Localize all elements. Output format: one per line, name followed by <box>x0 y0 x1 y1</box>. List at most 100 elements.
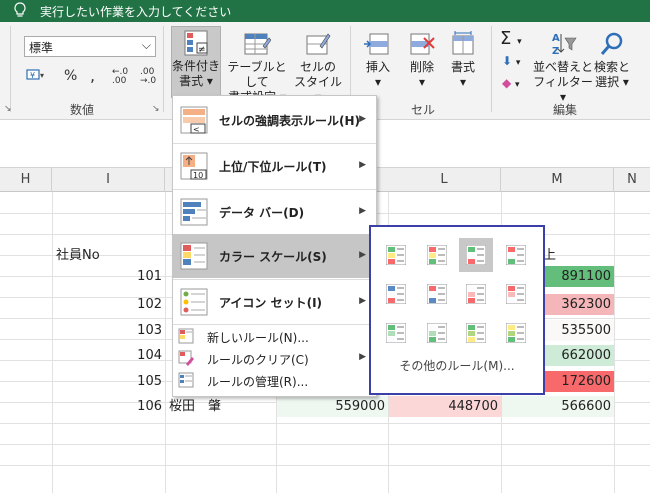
format-cells-icon <box>449 30 477 58</box>
table-cell-id[interactable]: 102 <box>53 294 165 315</box>
menu-item-label: セルの強調表示ルール(H) <box>219 114 361 128</box>
clear-icon[interactable]: ◆ ▾ <box>502 76 520 90</box>
color-scale-blue-white-red[interactable] <box>379 277 413 311</box>
menu-item-label: カラー スケール(S) <box>219 250 327 264</box>
color-scale-icon <box>386 323 406 343</box>
more-rules-link[interactable]: その他のルール(M)... <box>371 357 543 379</box>
find-label-2: 選択 ▾ <box>595 75 629 89</box>
menu-item-top-bottom-rules[interactable]: 10 上位/下位ルール(T) ▶ <box>173 144 376 188</box>
color-scale-icon <box>506 284 526 304</box>
fill-icon[interactable]: ⬇ ▾ <box>502 54 520 68</box>
format-as-table-button[interactable]: テーブルとして 書式設定 ▾ <box>222 26 292 104</box>
format-label: 書式 <box>450 60 475 74</box>
table-cell-name[interactable]: 桜田 肇 <box>166 396 276 417</box>
header-cell-sales[interactable]: 上 <box>540 245 610 266</box>
format-button[interactable]: 書式 ▾ <box>443 26 483 98</box>
chevron-right-icon: ▶ <box>359 206 366 216</box>
conditional-formatting-icon: ≠ <box>182 29 210 57</box>
color-scale-icon <box>466 323 486 343</box>
sort-label-1: 並べ替えと <box>533 60 594 74</box>
cell-styles-button[interactable]: セルの スタイル ▾ <box>293 26 343 104</box>
menu-item-data-bars[interactable]: データ バー(D) ▶ <box>173 190 376 234</box>
find-label-1: 検索と <box>593 60 630 74</box>
insert-cells-icon <box>364 30 392 58</box>
color-scale-green-white-red[interactable] <box>459 238 493 272</box>
percent-style-button[interactable]: % <box>64 68 77 84</box>
lightbulb-icon <box>14 2 26 17</box>
menu-item-label: ルールの管理(R)... <box>207 375 309 389</box>
icon-sets-icon <box>180 288 208 316</box>
insert-label: 挿入 <box>365 60 390 74</box>
tell-me-search[interactable]: 実行したい作業を入力してください <box>40 3 231 20</box>
table-cell-id[interactable]: 104 <box>53 345 165 366</box>
color-scale-yellow-green[interactable] <box>499 316 533 350</box>
svg-text:¥: ¥ <box>30 71 35 80</box>
cond-format-label-1: 条件付き <box>172 59 221 73</box>
insert-chevron-icon: ▾ <box>374 75 382 89</box>
table-cell-k[interactable]: 559000 <box>277 396 388 417</box>
header-cell-employee-no[interactable]: 社員No <box>53 245 165 266</box>
svg-text:A: A <box>552 33 560 44</box>
color-scale-white-green[interactable] <box>420 316 454 350</box>
increase-decimal-icon[interactable]: ←.0.00 <box>112 68 128 86</box>
color-scale-icon <box>506 245 526 265</box>
cell-styles-icon <box>304 30 332 58</box>
menu-item-color-scales[interactable]: カラー スケール(S) ▶ <box>173 234 376 278</box>
group-launcher-icon[interactable]: ↘ <box>4 104 12 114</box>
color-scale-green-yellow-red[interactable] <box>379 238 413 272</box>
color-scale-icon <box>466 245 486 265</box>
color-scale-icon <box>427 284 447 304</box>
color-scale-icon <box>386 284 406 304</box>
table-cell-l[interactable]: 448700 <box>389 396 501 417</box>
column-header-n[interactable]: N <box>614 168 650 192</box>
table-cell-m[interactable]: 566600 <box>502 396 614 417</box>
table-cell-id[interactable]: 106 <box>53 396 165 417</box>
cond-format-label-2: 書式 ▾ <box>179 74 213 88</box>
svg-text:Z: Z <box>552 46 559 57</box>
currency-format-icon[interactable]: ¥ ▾ <box>26 68 46 82</box>
chevron-right-icon: ▶ <box>359 160 366 170</box>
menu-item-clear-rules[interactable]: ルールのクリア(C) ▶ <box>173 347 376 369</box>
color-scale-red-white[interactable] <box>499 277 533 311</box>
number-launcher-icon[interactable]: ↘ <box>152 104 160 114</box>
color-scale-icon <box>427 323 447 343</box>
color-scale-green-yellow[interactable] <box>459 316 493 350</box>
delete-button[interactable]: 削除 ▾ <box>402 26 442 98</box>
color-scale-red-yellow-green[interactable] <box>420 238 454 272</box>
conditional-formatting-button[interactable]: ≠ 条件付き 書式 ▾ <box>171 26 221 98</box>
color-scale-icon <box>466 284 486 304</box>
color-scale-red-white-blue[interactable] <box>420 277 454 311</box>
column-header-m[interactable]: M <box>501 168 614 192</box>
table-cell-id[interactable]: 105 <box>53 371 165 392</box>
conditional-formatting-menu: < セルの強調表示ルール(H) ▶ 10 上位/下位ルール(T) ▶ データ バ… <box>172 95 377 397</box>
column-header-h[interactable]: H <box>0 168 52 192</box>
menu-item-label: データ バー(D) <box>219 206 305 220</box>
menu-item-label: 上位/下位ルール(T) <box>219 160 327 174</box>
column-header-l[interactable]: L <box>388 168 501 192</box>
svg-text:10: 10 <box>193 171 203 180</box>
number-format-combo[interactable]: 標準 ⌵ <box>24 36 156 57</box>
number-group-label: 数値 <box>70 103 95 117</box>
svg-text:<: < <box>193 125 200 134</box>
comma-style-button[interactable]: , <box>90 66 95 85</box>
table-cell-id[interactable]: 103 <box>53 320 165 341</box>
color-scale-white-red[interactable] <box>459 277 493 311</box>
color-scales-icon <box>180 242 208 270</box>
color-scale-green-white[interactable] <box>379 316 413 350</box>
insert-button[interactable]: 挿入 ▾ <box>356 26 400 98</box>
menu-item-highlight-rules[interactable]: < セルの強調表示ルール(H) ▶ <box>173 98 376 142</box>
search-icon <box>598 30 626 58</box>
decrease-decimal-icon[interactable]: .00 →.0 <box>140 68 156 86</box>
menu-item-new-rule[interactable]: 新しいルール(N)... <box>173 325 376 347</box>
sort-filter-button[interactable]: A Z 並べ替えと フィルター ▾ <box>533 26 594 104</box>
find-select-button[interactable]: 検索と 選択 ▾ <box>592 26 632 98</box>
column-header-i[interactable]: I <box>52 168 165 192</box>
menu-item-icon-sets[interactable]: アイコン セット(I) ▶ <box>173 280 376 324</box>
autosum-icon[interactable]: Σ ▾ <box>500 28 522 49</box>
menu-item-manage-rules[interactable]: ルールの管理(R)... <box>173 369 376 391</box>
table-cell-id[interactable]: 101 <box>53 266 165 287</box>
chevron-down-icon[interactable]: ⌵ <box>142 38 151 53</box>
color-scale-red-white-green[interactable] <box>499 238 533 272</box>
clear-rules-icon <box>178 350 194 366</box>
menu-item-label: ルールのクリア(C) <box>207 353 309 367</box>
